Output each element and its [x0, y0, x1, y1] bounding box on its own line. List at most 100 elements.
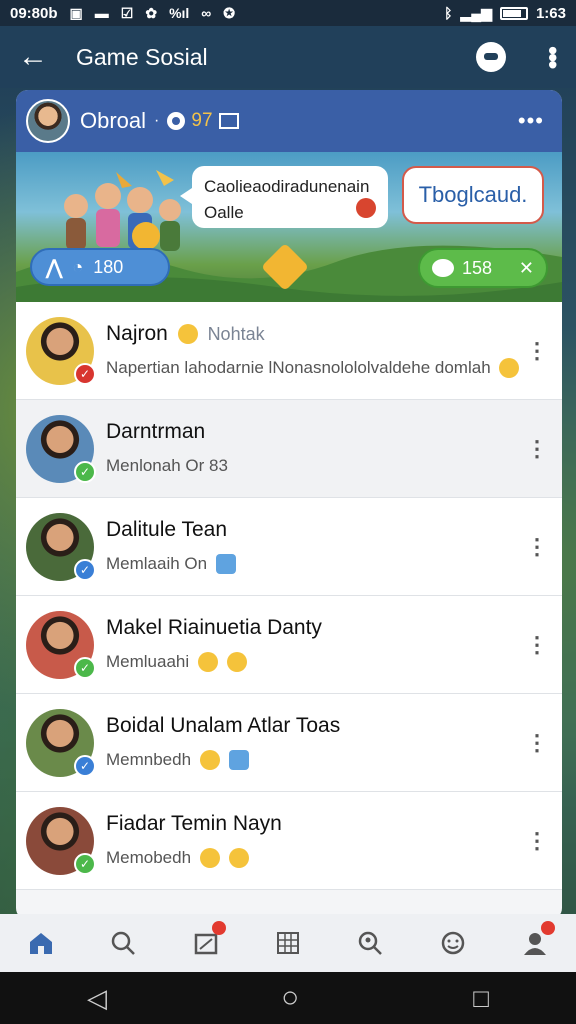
player-message: Memobedh — [106, 846, 522, 870]
comment-bubble-icon — [432, 259, 454, 277]
more-vertical-icon[interactable]: ••• — [538, 46, 568, 67]
likes-pill[interactable]: ⋀ ◔ 180 — [30, 248, 170, 286]
player-name-text: Fiadar Temin Nayn — [106, 811, 282, 835]
list-item[interactable]: ✓ Fiadar Temin Nayn Memobedh ⋮ — [16, 792, 562, 890]
emoji-icon[interactable] — [439, 929, 467, 957]
recent-square-icon[interactable]: □ — [473, 983, 489, 1014]
more-vertical-icon[interactable]: ⋮ — [522, 534, 552, 560]
player-message-text: Memnbedh — [106, 749, 192, 769]
more-vertical-icon[interactable]: ⋮ — [522, 436, 552, 462]
avatar[interactable]: ✓ — [26, 806, 96, 875]
glasses-icon: ∞ — [201, 5, 212, 21]
list-item[interactable]: ✓ Boidal Unalam Atlar Toas Memnbedh ⋮ — [16, 694, 562, 792]
player-message: Memluaahi — [106, 650, 522, 674]
player-message-text: Memlaaih On — [106, 553, 208, 573]
avatar[interactable]: ✓ — [26, 610, 96, 679]
speech-bubble: Caolieaodiradunenain Oalle — [180, 166, 388, 228]
avatar[interactable]: ✓ — [26, 512, 96, 581]
more-horizontal-icon[interactable]: ••• — [518, 108, 544, 134]
calendar-icon — [215, 554, 236, 575]
player-message-text: Napertian lahodarnie lNonasnolololvaldeh… — [106, 357, 491, 377]
emoji-icon — [226, 652, 247, 673]
status-badge: ✓ — [74, 754, 96, 777]
home-icon[interactable] — [27, 929, 55, 957]
emoji-icon — [499, 358, 520, 379]
list-item[interactable]: ✓ Dalitule Tean Memlaaih On ⋮ — [16, 498, 562, 596]
status-badge: ✓ — [74, 558, 96, 581]
profile-notification-badge — [540, 921, 555, 935]
player-message: Menlonah Or 83 — [106, 454, 522, 478]
player-name-text: Darntrman — [106, 419, 206, 443]
back-triangle-icon[interactable]: ◁ — [87, 983, 107, 1014]
status-badge: ✓ — [74, 852, 96, 875]
page-title: Game Sosial — [76, 43, 208, 70]
profile-icon[interactable] — [521, 921, 555, 957]
list-item[interactable]: ✓ Darntrman Menlonah Or 83 ⋮ — [16, 400, 562, 498]
image-icon: ▣ — [69, 4, 83, 21]
profile-name: Obroal — [80, 108, 147, 133]
system-nav: ◁ ○ □ — [0, 972, 576, 1024]
arrow-left-icon[interactable]: ← — [18, 40, 58, 74]
status-time-right: 1:63 — [535, 4, 566, 22]
signal-icon: %ıl — [169, 5, 190, 21]
game-banner: Caolieaodiradunenain Oalle Tboglcaud. ⋀ … — [16, 152, 562, 302]
chat-bubble-icon[interactable] — [476, 42, 506, 72]
search-icon[interactable] — [109, 929, 137, 957]
player-name: Dalitule Tean — [106, 518, 522, 542]
reaction-icon[interactable] — [356, 198, 376, 218]
player-message: Napertian lahodarnie lNonasnolololvaldeh… — [106, 356, 522, 380]
player-name-text: Boidal Unalam Atlar Toas — [106, 713, 341, 737]
emoji-icon — [199, 750, 220, 771]
check-icon: ☑ — [120, 4, 134, 21]
status-badge: ✓ — [74, 460, 96, 483]
tag-pill[interactable]: Tboglcaud. — [402, 166, 544, 224]
status-time: 09:80b — [10, 4, 58, 22]
player-name: Boidal Unalam Atlar Toas — [106, 714, 522, 738]
tag-text: Tboglcaud. — [418, 182, 528, 207]
profile-score: 97 — [191, 110, 213, 131]
player-name: Najron Nohtak — [106, 322, 522, 346]
emoji-icon — [197, 652, 218, 673]
fan-icon: ✿ — [145, 4, 158, 21]
emoji-icon — [228, 848, 249, 869]
player-name: Darntrman — [106, 420, 522, 444]
comments-pill[interactable]: 158 ✕ — [418, 248, 548, 288]
player-name-text: Dalitule Tean — [106, 517, 228, 541]
player-message: Memlaaih On — [106, 552, 522, 576]
separator: · — [154, 112, 160, 129]
more-vertical-icon[interactable]: ⋮ — [522, 632, 552, 658]
close-icon[interactable]: ✕ — [519, 258, 534, 279]
player-name-text: Makel Riainuetia Danty — [106, 615, 322, 639]
search-people-icon[interactable] — [356, 929, 384, 957]
player-extra: Nohtak — [207, 323, 265, 344]
app-icon: ✪ — [223, 4, 236, 21]
clock-icon: ◔ — [72, 256, 84, 277]
player-name: Makel Riainuetia Danty — [106, 616, 522, 640]
speech-text: Caolieaodiradunenain Oalle — [204, 177, 370, 222]
battery-icon — [499, 6, 528, 20]
status-badge: ✓ — [74, 656, 96, 679]
more-vertical-icon[interactable]: ⋮ — [522, 730, 552, 756]
status-bar: 09:80b ▣ ▬ ☑ ✿ %ıl ∞ ✪ ᛒ ▂▄▆ 1:63 — [0, 0, 576, 26]
more-vertical-icon[interactable]: ⋮ — [522, 338, 552, 364]
notification-badge — [211, 921, 226, 935]
player-name: Fiadar Temin Nayn — [106, 812, 522, 836]
more-vertical-icon[interactable]: ⋮ — [522, 828, 552, 854]
emoji-icon — [199, 848, 220, 869]
avatar[interactable]: ✓ — [26, 316, 96, 385]
notification-icon[interactable] — [192, 921, 226, 957]
list-item[interactable]: ✓ Najron Nohtak Napertian lahodarnie lNo… — [16, 302, 562, 400]
player-message-text: Memluaahi — [106, 651, 190, 671]
player-name-text: Najron — [106, 321, 168, 345]
home-circle-icon[interactable]: ○ — [281, 981, 299, 1015]
player-message-text: Memobedh — [106, 847, 192, 867]
bottom-nav — [0, 914, 576, 972]
avatar[interactable]: ✓ — [26, 414, 96, 483]
avatar[interactable]: ✓ — [26, 708, 96, 777]
emoji-icon — [228, 750, 249, 771]
grid-icon[interactable] — [274, 929, 302, 957]
coin-icon — [167, 112, 186, 130]
profile-avatar[interactable] — [26, 99, 70, 143]
player-message: Memnbedh — [106, 748, 522, 772]
list-item[interactable]: ✓ Makel Riainuetia Danty Memluaahi ⋮ — [16, 596, 562, 694]
